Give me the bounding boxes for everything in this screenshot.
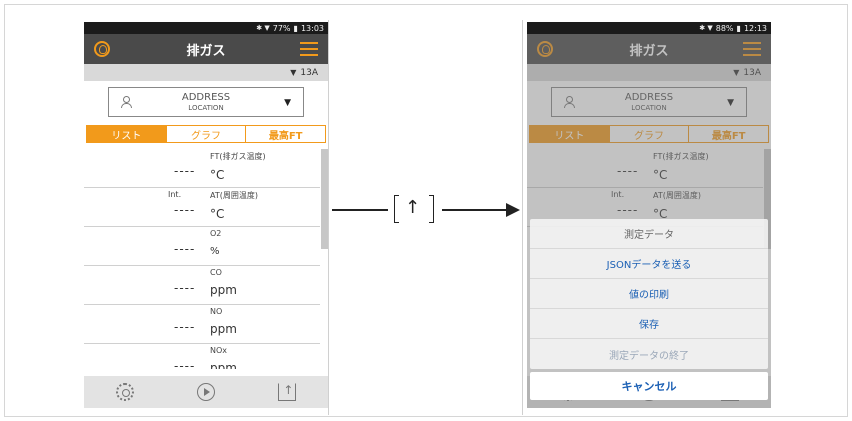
gear-icon[interactable] <box>115 383 134 401</box>
list-item-o2: O2 ---- % <box>84 227 320 266</box>
row-value: ---- <box>174 359 196 369</box>
row-unit: °C <box>210 207 225 221</box>
tab-max-ft[interactable]: 最高FT <box>246 126 326 142</box>
send-json-button[interactable]: JSONデータを送る <box>530 249 768 279</box>
list-item-at: Int. AT(周囲温度) ---- °C <box>84 188 320 227</box>
row-unit: % <box>210 246 220 257</box>
tab-list[interactable]: リスト <box>87 126 167 142</box>
row-value: ---- <box>174 242 196 256</box>
phone-screen-before: ✱ ▼ 77% ▮ 13:03 排ガス ▼ 13A ADDRESS LOCATI… <box>84 22 328 408</box>
list-item-nox: NOx ---- ppm <box>84 344 320 369</box>
battery-level: 88% <box>715 23 734 33</box>
address-dropdown[interactable]: ADDRESS LOCATION ▼ <box>108 87 304 117</box>
list-item-ft: FT(排ガス温度) ---- °C <box>84 149 320 188</box>
row-label: NO <box>210 307 223 316</box>
location-label: LOCATION <box>188 103 224 112</box>
row-value: ---- <box>174 320 196 334</box>
action-sheet: 測定データ JSONデータを送る 値の印刷 保存 測定データの終了 <box>530 219 768 369</box>
signal-icon: ✱ ▼ <box>256 24 270 32</box>
play-icon[interactable] <box>196 383 215 401</box>
hamburger-menu-icon[interactable] <box>300 42 318 56</box>
divider-right <box>522 20 523 415</box>
status-bar: ✱ ▼ 77% ▮ 13:03 <box>84 22 328 34</box>
arrow-line-left <box>332 209 388 211</box>
row-prefix: Int. <box>168 190 182 199</box>
battery-icon: ▮ <box>293 23 298 33</box>
cancel-button[interactable]: キャンセル <box>530 372 768 400</box>
measurement-list[interactable]: FT(排ガス温度) ---- °C Int. AT(周囲温度) ---- °C … <box>84 149 328 369</box>
row-unit: ppm <box>210 322 237 336</box>
tab-graph[interactable]: グラフ <box>166 126 247 142</box>
divider-left <box>328 20 329 415</box>
action-sheet-title: 測定データ <box>530 219 768 249</box>
export-icon-callout: ↑ <box>394 195 434 223</box>
arrow-line-right <box>442 209 512 211</box>
scrollbar[interactable] <box>321 149 328 249</box>
app-header: 排ガス <box>84 34 328 64</box>
row-value: ---- <box>174 164 196 178</box>
export-icon[interactable] <box>278 383 297 401</box>
status-bar: ✱ ▼ 88% ▮ 12:13 <box>527 22 771 34</box>
row-value: ---- <box>174 203 196 217</box>
row-label: FT(排ガス温度) <box>210 152 266 161</box>
signal-icon: ✱ ▼ <box>699 24 713 32</box>
battery-icon: ▮ <box>736 23 741 33</box>
row-label: CO <box>210 268 222 277</box>
print-values-button[interactable]: 値の印刷 <box>530 279 768 309</box>
row-unit: °C <box>210 168 225 182</box>
row-label: NOx <box>210 346 228 355</box>
bottom-toolbar <box>84 376 328 408</box>
end-measurement-button[interactable]: 測定データの終了 <box>530 339 768 369</box>
row-value: ---- <box>174 281 196 295</box>
arrow-head-icon <box>506 203 520 217</box>
battery-level: 77% <box>272 23 291 33</box>
clock: 13:03 <box>300 23 324 33</box>
page-title: 排ガス <box>186 43 226 59</box>
view-tabs: リスト グラフ 最高FT <box>86 125 326 143</box>
phone-screen-after: ✱ ▼ 88% ▮ 12:13 排ガス ▼ 13A ADDRESS LOCATI… <box>527 22 771 408</box>
dropdown-triangle-icon: ▼ <box>290 68 297 77</box>
flame-icon[interactable] <box>94 41 110 57</box>
row-label: O2 <box>210 229 222 238</box>
row-label: AT(周囲温度) <box>210 191 258 200</box>
chevron-down-icon: ▼ <box>284 98 291 108</box>
upload-arrow-icon: ↑ <box>405 197 421 218</box>
fuel-selector[interactable]: ▼ 13A <box>84 64 328 81</box>
row-unit: ppm <box>210 361 237 369</box>
save-button[interactable]: 保存 <box>530 309 768 339</box>
clock: 12:13 <box>743 23 767 33</box>
list-item-no: NO ---- ppm <box>84 305 320 344</box>
list-item-co: CO ---- ppm <box>84 266 320 305</box>
address-label: ADDRESS <box>181 91 231 103</box>
fuel-value: 13A <box>300 67 318 78</box>
row-unit: ppm <box>210 283 237 297</box>
